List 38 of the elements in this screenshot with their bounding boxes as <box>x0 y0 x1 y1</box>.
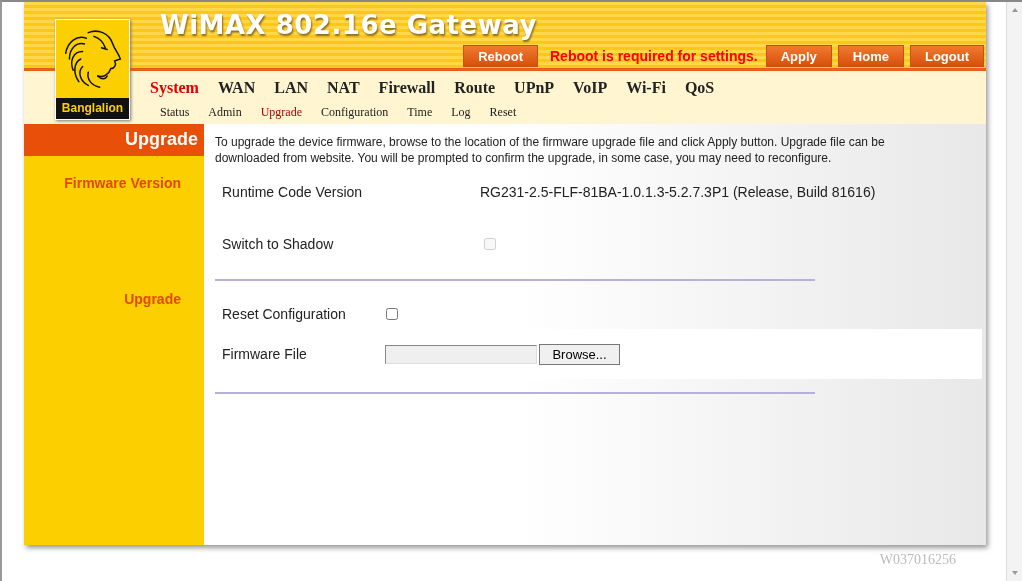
scroll-up-icon[interactable] <box>1011 8 1018 12</box>
nav-menu-item[interactable]: NAT <box>327 79 360 97</box>
scroll-down-icon[interactable] <box>1011 571 1018 575</box>
footer-code: W037016256 <box>878 552 956 568</box>
scrollbar[interactable] <box>1006 2 1022 581</box>
nav-menu-item[interactable]: Route <box>454 79 496 97</box>
nav-menu-item[interactable]: Wi-Fi <box>626 79 666 97</box>
toolbar-button[interactable]: Apply <box>765 45 832 67</box>
nav-menu-item[interactable]: VoIP <box>573 79 608 97</box>
nav-menu-item[interactable]: QoS <box>684 79 715 97</box>
nav-menu-item[interactable]: LAN <box>274 79 308 97</box>
field-label: Switch to Shadow <box>222 236 335 252</box>
field-label: Firmware File <box>222 346 308 362</box>
sub-menu-item[interactable]: Log <box>451 105 471 120</box>
description-text: To upgrade the device firmware, browse to the location of the firmware upgrade file and click Apply button. Upgrade file can be downloaded from website. You will be prompted to confirm the upgrade, in some case, you may need to reconfigure. <box>215 134 886 166</box>
checkbox[interactable] <box>386 308 398 320</box>
sub-menu-item[interactable]: Upgrade <box>260 105 302 120</box>
sub-menu-item[interactable]: Admin <box>208 105 242 120</box>
sub-menu-item[interactable]: Status <box>160 105 190 120</box>
section-label: Upgrade <box>123 291 182 307</box>
sub-menu-item[interactable]: Reset <box>489 105 517 120</box>
field-label: Runtime Code Version <box>222 184 364 200</box>
reboot-notice: Reboot is required for settings. <box>550 48 758 64</box>
section-label: Firmware Version <box>63 175 182 191</box>
version-value: RG231-2.5-FLF-81BA-1.0.1.3-5.2.7.3P1 (Release, Build 81616) <box>480 184 876 200</box>
file-path-field[interactable] <box>385 344 537 364</box>
gateway-title: WiMAX 802.16e Gateway <box>160 10 537 40</box>
sub-menu-item[interactable]: Configuration <box>321 105 389 120</box>
nav-menu-item[interactable]: UPnP <box>514 79 555 97</box>
nav-menu-item[interactable]: System <box>150 79 199 97</box>
browse-button[interactable]: Browse... <box>539 343 620 365</box>
nav-menu-item[interactable]: WAN <box>217 79 256 97</box>
toolbar-button[interactable]: Logout <box>909 45 984 67</box>
sub-menu-item[interactable]: Time <box>407 105 433 120</box>
field-label: Reset Configuration <box>222 306 347 322</box>
logo-text: Banglalion <box>56 98 129 119</box>
nav-menu-item[interactable]: Firewall <box>378 79 436 97</box>
sidebar-title: Upgrade <box>24 124 204 156</box>
